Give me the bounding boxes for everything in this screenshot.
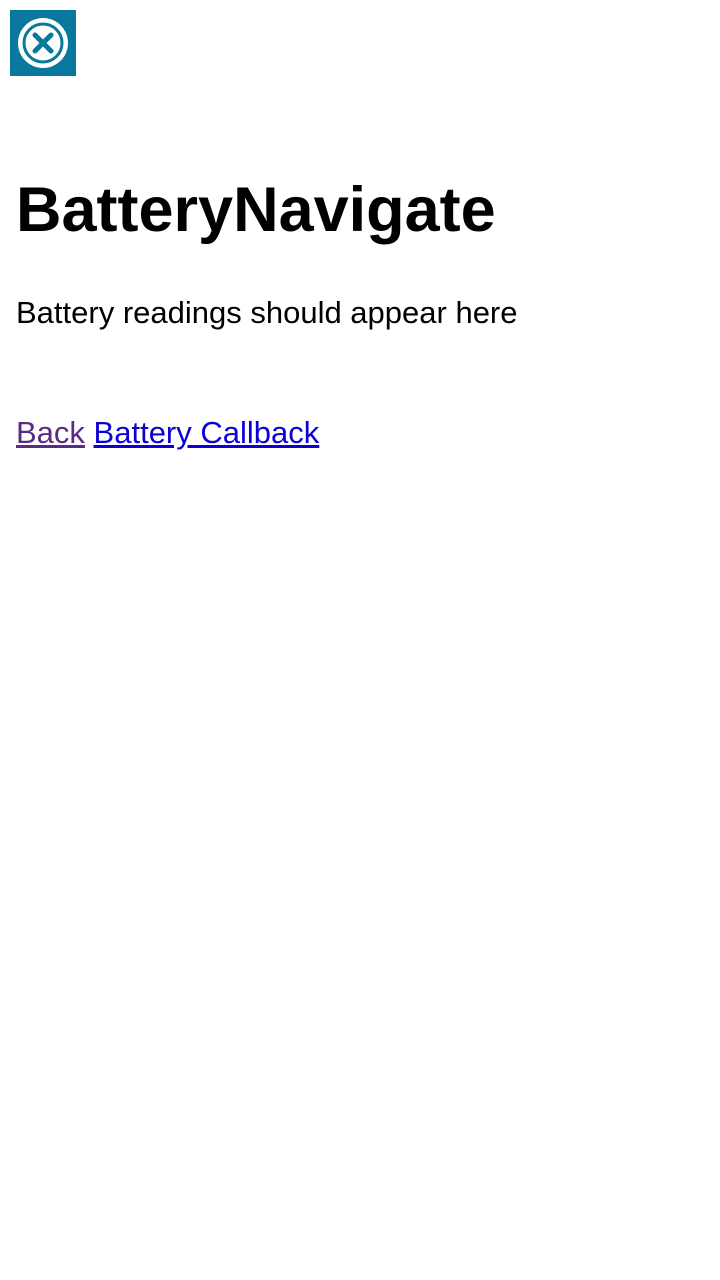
- back-link[interactable]: Back: [16, 415, 85, 450]
- close-button[interactable]: [10, 10, 76, 76]
- page-title: BatteryNavigate: [16, 175, 496, 245]
- battery-callback-link[interactable]: Battery Callback: [94, 415, 320, 450]
- close-icon: [16, 16, 70, 70]
- nav-links: Back Battery Callback: [16, 413, 319, 453]
- battery-status-text: Battery readings should appear here: [16, 295, 518, 330]
